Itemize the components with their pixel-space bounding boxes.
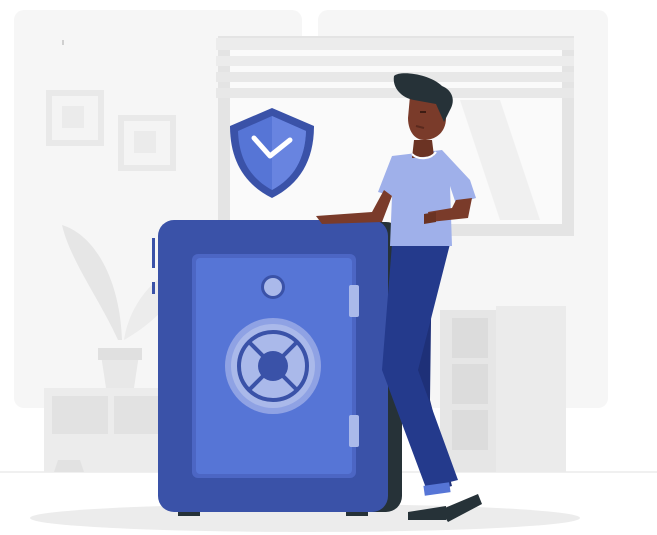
safe-keyhole: [264, 278, 282, 296]
neck: [412, 140, 434, 158]
security-illustration: [0, 0, 657, 535]
decor-mark-small: [152, 282, 155, 294]
decor-mark: [152, 238, 155, 268]
illustration-canvas: [0, 10, 657, 532]
safe-hinge-bottom: [349, 415, 359, 447]
safe-hinge-top: [349, 285, 359, 317]
hand-right: [424, 212, 436, 224]
combination-dial-icon: [225, 318, 321, 414]
wall-hook: [62, 40, 64, 45]
side-table: [44, 388, 174, 472]
cabinet: [440, 306, 566, 472]
